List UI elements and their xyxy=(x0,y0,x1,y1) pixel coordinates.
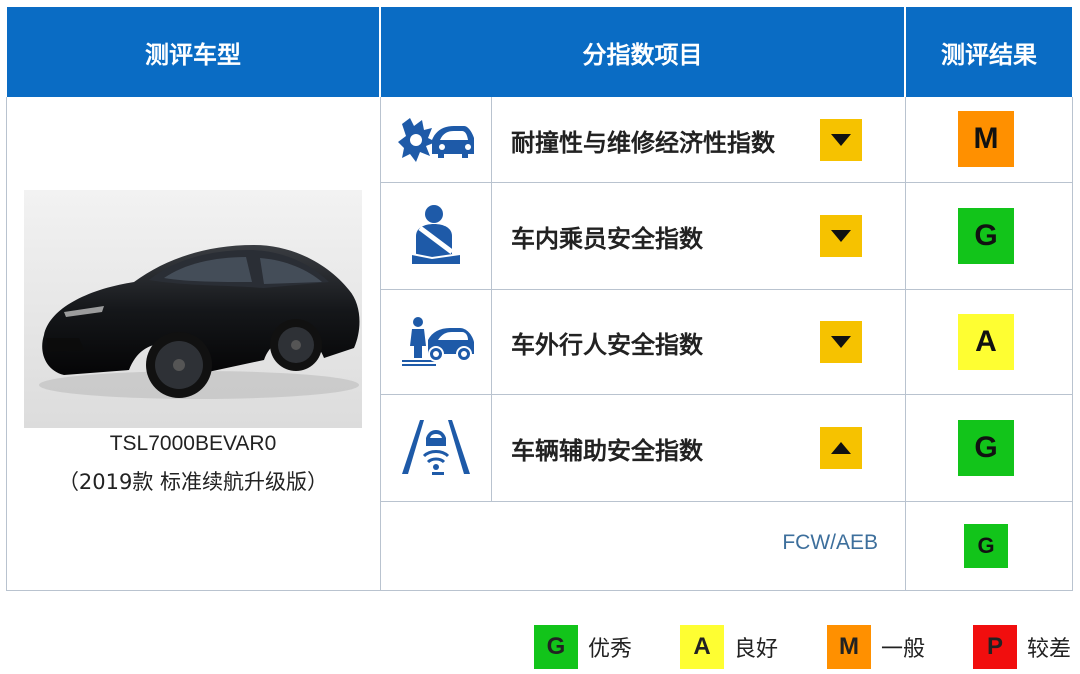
grid-line xyxy=(380,394,1072,395)
vehicle-photo xyxy=(24,190,362,428)
row-label: 车辆辅助安全指数 xyxy=(511,436,703,465)
crash-repair-icon xyxy=(398,114,474,166)
legend-badge: G xyxy=(534,625,578,669)
legend-badge: M xyxy=(827,625,871,669)
row-label: 车内乘员安全指数 xyxy=(511,224,703,253)
legend-text: 较差 xyxy=(1027,637,1072,662)
legend-item: G 优秀 xyxy=(534,625,632,669)
grid-line xyxy=(905,97,906,591)
grid-line xyxy=(380,182,1072,183)
legend-text: 优秀 xyxy=(588,637,633,662)
trend-down-indicator xyxy=(820,321,862,363)
vehicle-model-code: TSL7000BEVAR0 xyxy=(109,432,277,455)
grid-line xyxy=(380,97,381,591)
header-items-label: 分指数项目 xyxy=(582,40,703,69)
header-model: 测评车型 xyxy=(7,7,379,97)
sub-item-label: FCW/AEB xyxy=(782,531,878,554)
grade-badge: G xyxy=(958,420,1014,476)
header-result: 测评结果 xyxy=(906,7,1072,97)
grid-line xyxy=(380,501,1072,502)
grade-badge: G xyxy=(964,524,1008,568)
header-result-label: 测评结果 xyxy=(941,40,1037,69)
grade-badge: M xyxy=(958,111,1014,167)
grid-line xyxy=(6,97,7,591)
grade-badge: G xyxy=(958,208,1014,264)
legend-text: 一般 xyxy=(881,637,926,662)
driver-assist-icon xyxy=(398,418,474,476)
grid-line xyxy=(6,590,1073,591)
grid-line xyxy=(1072,97,1073,591)
legend-item: P 较差 xyxy=(973,625,1071,669)
trend-down-indicator xyxy=(820,119,862,161)
row-label: 车外行人安全指数 xyxy=(511,330,703,359)
legend-item: M 一般 xyxy=(827,625,925,669)
vehicle-model-desc: （2019款 标准续航升级版） xyxy=(57,470,329,494)
pedestrian-car-icon xyxy=(402,316,474,368)
trend-down-indicator xyxy=(820,215,862,257)
grade-badge: A xyxy=(958,314,1014,370)
grid-line xyxy=(380,289,1072,290)
trend-up-indicator xyxy=(820,427,862,469)
legend-item: A 良好 xyxy=(680,625,778,669)
occupant-seatbelt-icon xyxy=(410,204,462,266)
header-model-label: 测评车型 xyxy=(145,40,241,69)
legend-text: 良好 xyxy=(734,637,779,662)
legend-badge: A xyxy=(680,625,724,669)
row-label: 耐撞性与维修经济性指数 xyxy=(511,128,775,157)
header-items: 分指数项目 xyxy=(381,7,904,97)
grid-line xyxy=(491,97,492,502)
legend-badge: P xyxy=(973,625,1017,669)
